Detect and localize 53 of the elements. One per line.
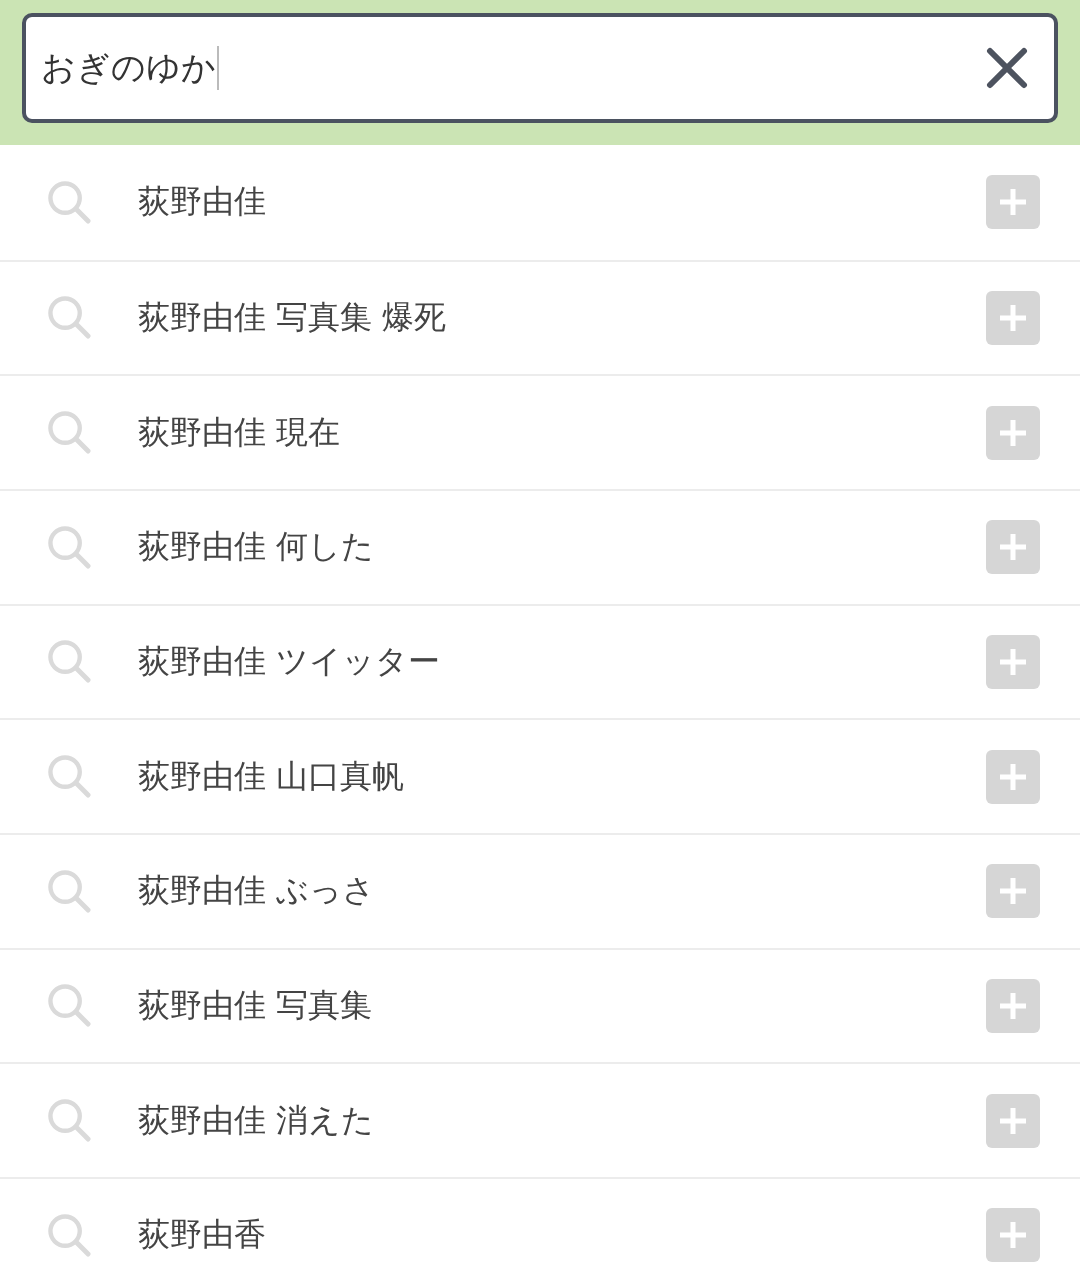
add-button[interactable] xyxy=(986,405,1040,460)
suggestion-row[interactable]: 荻野由佳 ぶっさ xyxy=(0,832,1080,948)
plus-icon xyxy=(1000,534,1026,561)
suggestion-row[interactable]: 荻野由佳 何した xyxy=(0,488,1080,604)
suggestion-text: 荻野由佳 現在 xyxy=(138,411,341,453)
suggestion-row[interactable]: 荻野由佳 現在 xyxy=(0,374,1080,489)
plus-icon xyxy=(1000,419,1026,446)
plus-icon xyxy=(1000,992,1026,1019)
add-button[interactable] xyxy=(986,978,1040,1033)
suggestion-row[interactable]: 荻野由佳 写真集 爆死 xyxy=(0,259,1080,375)
suggestion-text: 荻野由佳 消えた xyxy=(138,1099,375,1141)
search-icon xyxy=(48,1213,91,1257)
search-icon xyxy=(48,640,91,684)
suggestion-row[interactable]: 荻野由佳 ツイッター xyxy=(0,603,1080,719)
suggestion-row[interactable]: 荻野由佳 消えた xyxy=(0,1062,1080,1177)
close-icon xyxy=(986,47,1028,89)
suggestion-row[interactable]: 荻野由香 xyxy=(0,1176,1080,1276)
suggestion-row[interactable]: 荻野由佳 山口真帆 xyxy=(0,718,1080,833)
search-icon xyxy=(48,755,91,799)
plus-icon xyxy=(1000,878,1026,905)
add-button[interactable] xyxy=(986,1093,1040,1148)
suggestion-text: 荻野由佳 ぶっさ xyxy=(138,870,376,912)
search-icon xyxy=(48,869,91,913)
plus-icon xyxy=(1000,763,1026,790)
search-icon xyxy=(48,525,91,569)
plus-icon xyxy=(1000,1222,1026,1249)
search-icon xyxy=(48,984,91,1028)
search-icon xyxy=(48,1099,91,1143)
plus-icon xyxy=(1000,1107,1026,1134)
suggestion-text: 荻野由佳 山口真帆 xyxy=(138,755,405,797)
clear-button[interactable] xyxy=(986,47,1028,89)
plus-icon xyxy=(1000,189,1026,216)
suggestion-row[interactable]: 荻野由佳 xyxy=(0,145,1080,260)
add-button[interactable] xyxy=(986,749,1040,804)
suggestion-text: 荻野由佳 何した xyxy=(138,526,375,568)
add-button[interactable] xyxy=(986,291,1040,345)
plus-icon xyxy=(1000,648,1026,675)
suggestion-text: 荻野由佳 写真集 xyxy=(138,984,373,1026)
add-button[interactable] xyxy=(986,520,1040,575)
search-icon xyxy=(48,296,91,340)
search-field[interactable]: おぎのゆか xyxy=(22,13,1058,123)
suggestion-row[interactable]: 荻野由佳 写真集 xyxy=(0,947,1080,1063)
suggestion-text: 荻野由佳 xyxy=(138,181,266,223)
add-button[interactable] xyxy=(986,634,1040,689)
search-icon xyxy=(48,180,91,224)
add-button[interactable] xyxy=(986,864,1040,919)
suggestion-text: 荻野由香 xyxy=(138,1214,266,1256)
suggestion-text: 荻野由佳 写真集 爆死 xyxy=(138,297,447,338)
plus-icon xyxy=(1000,305,1026,331)
suggestion-text: 荻野由佳 ツイッター xyxy=(138,640,441,682)
search-icon xyxy=(48,411,91,455)
add-button[interactable] xyxy=(986,1208,1040,1263)
add-button[interactable] xyxy=(986,175,1040,230)
